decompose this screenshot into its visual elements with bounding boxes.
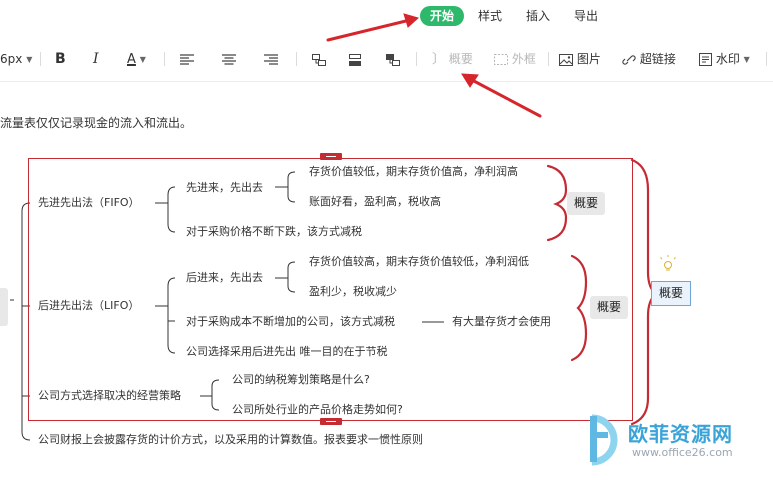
node-strategy-q1[interactable]: 公司的纳税筹划策略是什么? [232, 373, 370, 387]
site-watermark: 欧菲资源网 www.office26.com [580, 408, 773, 486]
node-lifo-rising-note[interactable]: 有大量存货才会使用 [452, 315, 551, 329]
node-lifo-leaf1[interactable]: 存货价值较高，期末存货价值较低，净利润低 [309, 255, 529, 269]
node-fifo-leaf1[interactable]: 存货价值较低，期末存货价值高，净利润高 [309, 165, 518, 179]
node-fifo-first[interactable]: 先进来，先出去 [186, 181, 263, 195]
summary-node-lifo[interactable]: 概要 [590, 296, 628, 319]
node-lifo-leaf2[interactable]: 盈利少，税收减少 [309, 285, 397, 299]
node-fifo-leaf2[interactable]: 账面好看，盈利高，税收高 [309, 195, 441, 209]
node-disclosure[interactable]: 公司财报上会披露存货的计价方式，以及采用的计算数值。报表要求一惯性原则 [38, 433, 423, 447]
frame-resize-handle-top[interactable] [320, 153, 342, 160]
summary-node-fifo[interactable]: 概要 [567, 192, 605, 215]
watermark-url: www.office26.com [632, 446, 733, 459]
node-fifo-rising[interactable]: 对于采购价格不断下跌，该方式减税 [186, 225, 362, 239]
summary-node-main-selected[interactable]: 概要 [651, 281, 691, 306]
node-fifo[interactable]: 先进先出法（FIFO） [38, 196, 140, 210]
site-logo-icon [590, 414, 618, 466]
node-strategy[interactable]: 公司方式选择取决的经营策略 [38, 389, 181, 403]
node-lifo[interactable]: 后进先出法（LIFO） [38, 299, 139, 313]
watermark-brand: 欧菲资源网 [628, 422, 733, 446]
root-node[interactable] [0, 288, 8, 326]
node-strategy-q2[interactable]: 公司所处行业的产品价格走势如何? [232, 403, 403, 417]
node-lifo-first[interactable]: 后进来，先出去 [186, 271, 263, 285]
node-lifo-company[interactable]: 公司选择采用后进先出 唯一目的在于节税 [186, 345, 388, 359]
node-lifo-rising[interactable]: 对于采购成本不断增加的公司，该方式减税 [186, 315, 395, 329]
frame-resize-handle-bottom[interactable] [320, 418, 342, 425]
